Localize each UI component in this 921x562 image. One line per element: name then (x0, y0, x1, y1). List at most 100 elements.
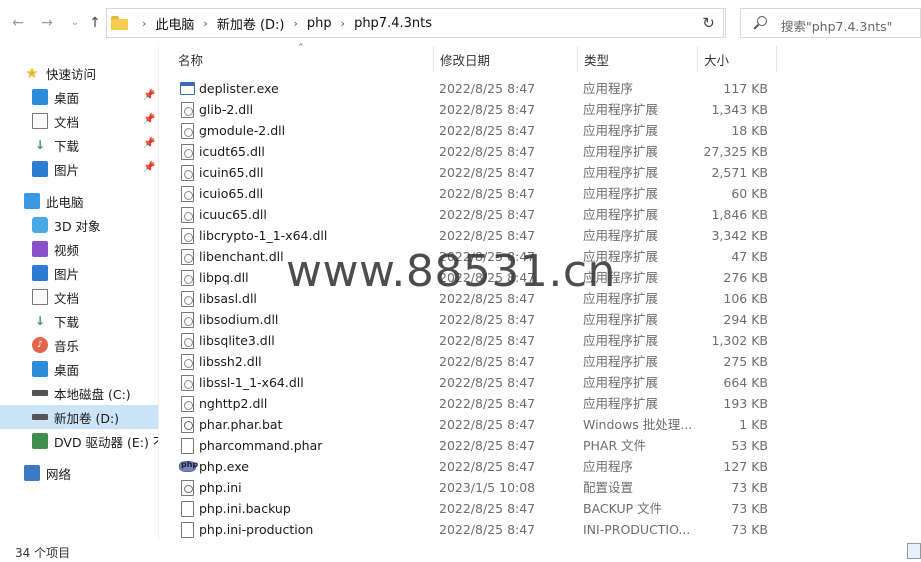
file-row[interactable]: icuio65.dll 2022/8/25 8:47 应用程序扩展 60 KB (172, 183, 777, 204)
file-icon (181, 522, 194, 538)
file-size: 60 KB (731, 186, 768, 201)
file-row[interactable]: icuin65.dll 2022/8/25 8:47 应用程序扩展 2,571 KB (172, 162, 777, 183)
up-button[interactable]: ↑ (86, 14, 104, 32)
pin-icon[interactable]: 📌 (143, 162, 155, 173)
file-size: 117 KB (723, 81, 768, 96)
column-header-size[interactable]: 大小 (697, 46, 777, 72)
file-row[interactable]: php.exe 2022/8/25 8:47 应用程序 127 KB (172, 456, 777, 477)
nav-documents[interactable]: 文档 (0, 285, 158, 309)
computer-icon (24, 193, 40, 209)
file-type: 应用程序扩展 (583, 186, 659, 201)
file-modified-date: 2022/8/25 8:47 (439, 375, 536, 390)
file-row[interactable]: libsasl.dll 2022/8/25 8:47 应用程序扩展 106 KB (172, 288, 777, 309)
drive-icon (32, 390, 48, 396)
search-box[interactable]: 搜索"php7.4.3nts" (740, 8, 921, 38)
forward-button[interactable]: → (38, 14, 56, 32)
nav-quick-pictures[interactable]: 图片 📌 (0, 157, 158, 181)
file-row[interactable]: glib-2.dll 2022/8/25 8:47 应用程序扩展 1,343 KB (172, 99, 777, 120)
address-bar[interactable]: › 此电脑 › 新加卷 (D:) › php › php7.4.3nts (106, 8, 726, 38)
file-type: 应用程序扩展 (583, 375, 659, 390)
details-view-icon[interactable] (907, 543, 921, 559)
file-row[interactable]: libssh2.dll 2022/8/25 8:47 应用程序扩展 275 KB (172, 351, 777, 372)
file-name: phar.phar.bat (199, 417, 283, 432)
nav-music[interactable]: ♪ 音乐 (0, 333, 158, 357)
dll-icon (181, 102, 194, 118)
file-row[interactable]: php.ini-production 2022/8/25 8:47 INI-PROD… (172, 519, 777, 540)
nav-network[interactable]: 网络 (0, 461, 158, 485)
file-name: php.ini (199, 480, 242, 495)
breadcrumb-php[interactable]: php (307, 16, 332, 31)
file-row[interactable]: libpq.dll 2022/8/25 8:47 应用程序扩展 276 KB (172, 267, 777, 288)
file-type: 应用程序扩展 (583, 207, 659, 222)
settings-file-icon (181, 480, 194, 496)
file-row[interactable]: pharcommand.phar 2022/8/25 8:47 PHAR 文件 53 … (172, 435, 777, 456)
file-row[interactable]: libssl-1_1-x64.dll 2022/8/25 8:47 应用程序扩展 66… (172, 372, 777, 393)
nav-drive-c[interactable]: 本地磁盘 (C:) (0, 381, 158, 405)
column-header-date[interactable]: 修改日期 (433, 46, 577, 72)
file-name: icudt65.dll (199, 144, 265, 159)
file-name: libssl-1_1-x64.dll (199, 375, 304, 390)
nav-drive-d[interactable]: 新加卷 (D:) (0, 405, 158, 429)
file-type: 应用程序扩展 (583, 144, 659, 159)
nav-videos[interactable]: 视频 (0, 237, 158, 261)
chevron-right-icon[interactable]: › (294, 17, 298, 30)
nav-quick-desktop[interactable]: 桌面 📌 (0, 85, 158, 109)
breadcrumb-this-pc[interactable]: 此电脑 (155, 14, 194, 33)
file-row[interactable]: libsqlite3.dll 2022/8/25 8:47 应用程序扩展 1,302 … (172, 330, 777, 351)
file-size: 3,342 KB (711, 228, 768, 243)
nav-pictures[interactable]: 图片 (0, 261, 158, 285)
refresh-button[interactable]: ↻ (694, 8, 724, 38)
back-button[interactable]: ← (9, 14, 27, 32)
file-row[interactable]: icudt65.dll 2022/8/25 8:47 应用程序扩展 27,325 KB (172, 141, 777, 162)
nav-label: 网络 (46, 466, 72, 482)
nav-downloads[interactable]: ↓ 下载 (0, 309, 158, 333)
nav-desktop[interactable]: 桌面 (0, 357, 158, 381)
breadcrumb-drive-d[interactable]: 新加卷 (D:) (217, 14, 285, 33)
chevron-right-icon[interactable]: › (142, 17, 146, 30)
status-bar: 34 个项目 (0, 540, 921, 562)
folder-icon (111, 16, 128, 30)
pin-icon[interactable]: 📌 (143, 114, 155, 125)
nav-quick-downloads[interactable]: ↓ 下载 📌 (0, 133, 158, 157)
file-row[interactable]: nghttp2.dll 2022/8/25 8:47 应用程序扩展 193 KB (172, 393, 777, 414)
file-modified-date: 2022/8/25 8:47 (439, 102, 536, 117)
file-row[interactable]: libcrypto-1_1-x64.dll 2022/8/25 8:47 应用程序扩… (172, 225, 777, 246)
documents-icon (32, 113, 48, 129)
file-size: 664 KB (723, 375, 768, 390)
php-icon (179, 460, 198, 472)
nav-3d-objects[interactable]: 3D 对象 (0, 213, 158, 237)
column-header-type[interactable]: 类型 (577, 46, 697, 72)
chevron-right-icon[interactable]: › (203, 17, 207, 30)
file-name: libenchant.dll (199, 249, 284, 264)
nav-quick-access[interactable]: ★ 快速访问 (0, 61, 158, 85)
file-row[interactable]: phar.phar.bat 2022/8/25 8:47 Windows 批处理..… (172, 414, 777, 435)
chevron-right-icon[interactable]: › (341, 17, 345, 30)
file-row[interactable]: icuuc65.dll 2022/8/25 8:47 应用程序扩展 1,846 KB (172, 204, 777, 225)
file-modified-date: 2022/8/25 8:47 (439, 396, 536, 411)
file-name: glib-2.dll (199, 102, 254, 117)
file-row[interactable]: deplister.exe 2022/8/25 8:47 应用程序 117 KB (172, 78, 777, 99)
dll-icon (181, 123, 194, 139)
file-row[interactable]: gmodule-2.dll 2022/8/25 8:47 应用程序扩展 18 KB (172, 120, 777, 141)
pin-icon[interactable]: 📌 (143, 90, 155, 101)
pane-divider[interactable] (158, 46, 159, 540)
file-size: 1,343 KB (711, 102, 768, 117)
nav-dvd-drive[interactable]: DVD 驱动器 (E:) 不 (0, 429, 158, 453)
search-placeholder[interactable]: 搜索"php7.4.3nts" (781, 16, 892, 35)
file-size: 73 KB (731, 522, 768, 537)
dll-icon (181, 333, 194, 349)
nav-this-pc[interactable]: 此电脑 (0, 189, 158, 213)
file-row[interactable]: php.ini 2023/1/5 10:08 配置设置 73 KB (172, 477, 777, 498)
file-type: 应用程序扩展 (583, 354, 659, 369)
nav-quick-documents[interactable]: 文档 📌 (0, 109, 158, 133)
file-row[interactable]: libsodium.dll 2022/8/25 8:47 应用程序扩展 294 KB (172, 309, 777, 330)
file-size: 73 KB (731, 501, 768, 516)
recent-locations-button[interactable]: ⌄ (66, 14, 84, 32)
column-header-label: 名称 (178, 52, 204, 68)
file-size: 276 KB (723, 270, 768, 285)
pin-icon[interactable]: 📌 (143, 138, 155, 149)
file-type: 应用程序扩展 (583, 102, 659, 117)
breadcrumb-php743nts[interactable]: php7.4.3nts (354, 16, 432, 31)
file-row[interactable]: libenchant.dll 2022/8/25 8:47 应用程序扩展 47 KB (172, 246, 777, 267)
file-row[interactable]: php.ini.backup 2022/8/25 8:47 BACKUP 文件 73 … (172, 498, 777, 519)
